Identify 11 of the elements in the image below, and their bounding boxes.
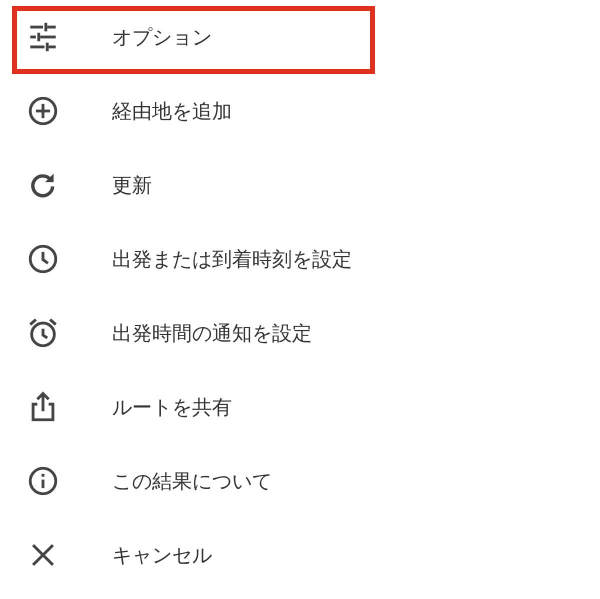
plus-circle-icon bbox=[26, 94, 60, 128]
clock-icon bbox=[26, 242, 60, 276]
menu-item-label[interactable]: キャンセル bbox=[112, 542, 212, 568]
info-icon bbox=[26, 464, 60, 498]
menu-item-label[interactable]: オプション bbox=[112, 24, 212, 50]
menu-item-label[interactable]: 更新 bbox=[112, 172, 152, 198]
menu-item-label[interactable]: この結果について bbox=[112, 468, 272, 494]
menu-item-label[interactable]: 経由地を追加 bbox=[112, 98, 232, 124]
menu-item-label[interactable]: 出発または到着時刻を設定 bbox=[112, 246, 352, 272]
menu-item-label[interactable]: 出発時間の通知を設定 bbox=[112, 320, 312, 346]
menu-item-label[interactable]: ルートを共有 bbox=[112, 394, 232, 420]
